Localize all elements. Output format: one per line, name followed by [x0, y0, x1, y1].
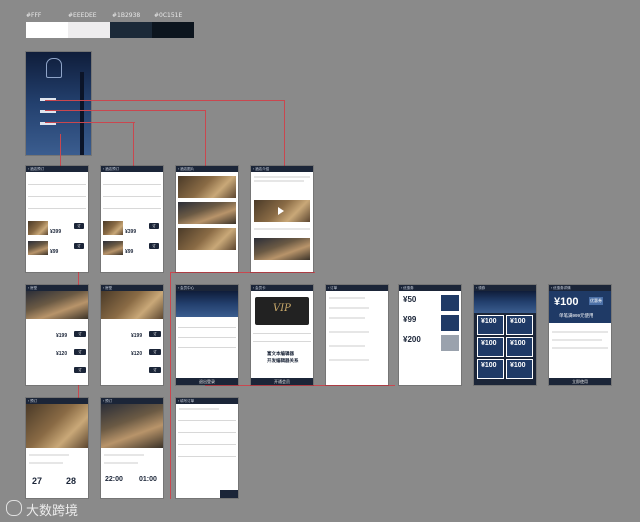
- play-icon[interactable]: [278, 207, 284, 215]
- room-list-2: ‹ 房型 ¥199 ¥120 订 订 订: [101, 285, 163, 385]
- rich-text-2: 开发编辑器关系: [267, 358, 299, 363]
- book-button[interactable]: 订: [149, 223, 159, 229]
- hotel-logo-icon: [46, 58, 62, 78]
- rich-text-1: 富文本编辑器: [267, 351, 294, 356]
- check-in-day[interactable]: 27: [32, 476, 42, 486]
- submit-button[interactable]: [220, 490, 238, 498]
- watermark-logo-icon: [6, 500, 22, 516]
- coupon-amount: ¥200: [403, 335, 421, 344]
- orders-screen: ‹ 订单: [326, 285, 388, 385]
- price-label: ¥399: [50, 229, 62, 235]
- price-label: ¥99: [125, 249, 134, 255]
- book-button[interactable]: 订: [74, 223, 84, 229]
- swatch-label-white: #FFF: [26, 12, 42, 19]
- price-label: ¥120: [131, 351, 143, 357]
- price-label: ¥199: [131, 333, 143, 339]
- order-form-screen: ‹ 填写订单: [176, 398, 238, 498]
- member-screen: ‹ 会员中心 退出登录: [176, 285, 238, 385]
- coupon-tile[interactable]: ¥100: [477, 315, 504, 335]
- book-button[interactable]: 订: [149, 349, 161, 355]
- coupon-tile[interactable]: ¥100: [506, 315, 533, 335]
- coupon-amount: ¥99: [403, 315, 417, 324]
- swatch-dark: [152, 22, 194, 38]
- book-button[interactable]: 订: [149, 367, 161, 373]
- detail-screen: ‹ 酒店介绍: [251, 166, 313, 272]
- book-button[interactable]: 订: [74, 349, 86, 355]
- swatch-navy: [110, 22, 152, 38]
- coupon-grid-screen: ‹ 领券 ¥100 ¥100 ¥100 ¥100 ¥100 ¥100: [474, 285, 536, 385]
- coupon-list-screen: ‹ 优惠券 ¥50 ¥99 ¥200: [399, 285, 461, 385]
- swatch-label-light: #EEEDEE: [68, 12, 97, 19]
- search-screen-1: ‹ 酒店预订 ¥399 ¥99 订 订: [26, 166, 88, 272]
- room-list-1: ‹ 房型 ¥199 ¥120 订 订 订: [26, 285, 88, 385]
- price-label: ¥120: [56, 351, 68, 357]
- coupon-tile[interactable]: ¥100: [506, 337, 533, 357]
- price-label: ¥99: [50, 249, 59, 255]
- book-button[interactable]: 订: [149, 331, 161, 337]
- booking-screen-2: ‹ 预订 22:00 01:00: [101, 398, 163, 498]
- swatch-label-navy: #1B2938: [112, 12, 141, 19]
- coupon-tile[interactable]: ¥100: [506, 359, 533, 379]
- book-button[interactable]: 订: [74, 331, 86, 337]
- coupon-detail-screen: ‹ 优惠券详情 ¥100 优惠券 单笔满999元使用 立即使用: [549, 285, 611, 385]
- start-time[interactable]: 22:00: [105, 476, 123, 483]
- vip-screen: ‹ 会员卡 VIP 富文本编辑器 开发编辑器关系 开通会员: [251, 285, 313, 385]
- swatch-label-dark: #0C151E: [154, 12, 183, 19]
- swatch-light: [68, 22, 110, 38]
- end-time[interactable]: 01:00: [139, 476, 157, 483]
- watermark-text: 大数跨境: [26, 504, 79, 519]
- splash-screen: [26, 52, 91, 155]
- tower-silhouette: [80, 72, 84, 155]
- coupon-tile[interactable]: ¥100: [477, 337, 504, 357]
- vip-card-label: VIP: [273, 303, 291, 314]
- gallery-screen: ‹ 酒店图片: [176, 166, 238, 272]
- swatch-white: [26, 22, 68, 38]
- promo-tag: 优惠券: [589, 297, 603, 305]
- check-out-day[interactable]: 28: [66, 476, 76, 486]
- book-button[interactable]: 订: [149, 243, 159, 249]
- search-screen-2: ‹ 酒店预订 ¥399 ¥99 订 订: [101, 166, 163, 272]
- promo-value: ¥100: [554, 296, 579, 308]
- book-button[interactable]: 订: [74, 367, 86, 373]
- coupon-amount: ¥50: [403, 295, 417, 304]
- booking-screen-1: ‹ 预订 27 28: [26, 398, 88, 498]
- price-label: ¥399: [125, 229, 137, 235]
- price-label: ¥199: [56, 333, 68, 339]
- coupon-tile[interactable]: ¥100: [477, 359, 504, 379]
- promo-sub: 单笔满999元使用: [559, 313, 594, 318]
- book-button[interactable]: 订: [74, 243, 84, 249]
